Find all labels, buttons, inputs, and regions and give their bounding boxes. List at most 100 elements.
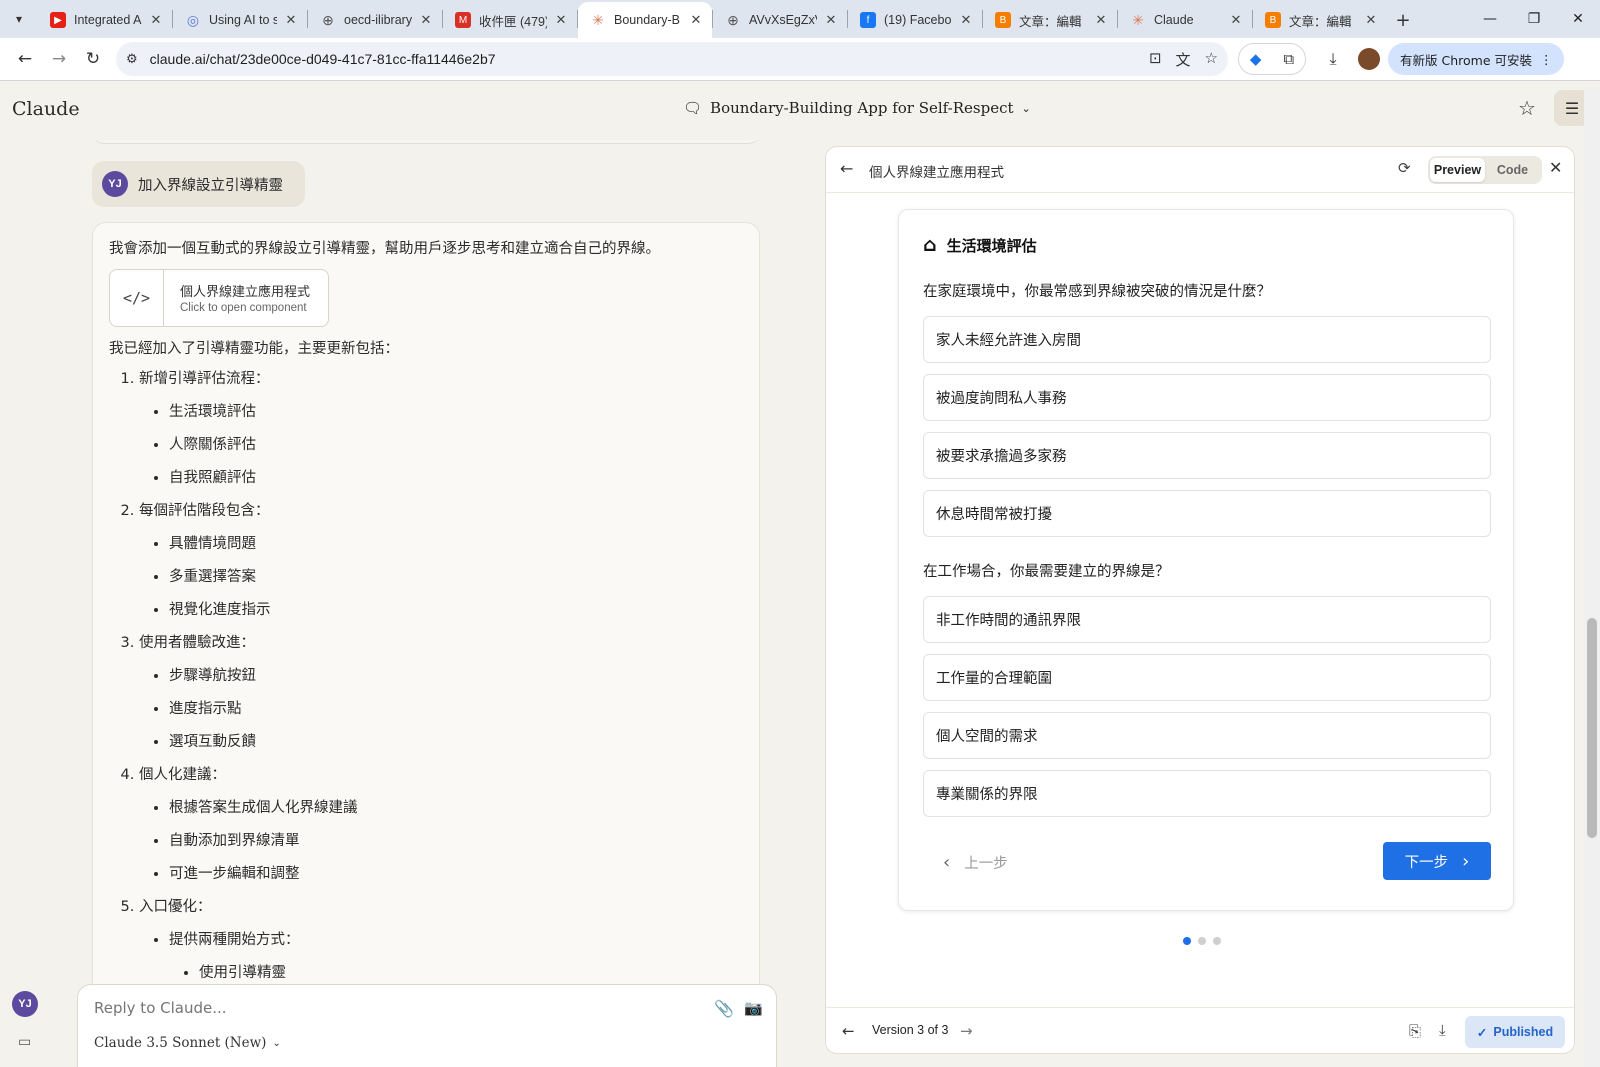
next-step-button[interactable]: 下一步 › — [1383, 842, 1491, 880]
tab-search-icon[interactable]: ▾ — [0, 0, 38, 38]
tab-close-icon[interactable]: ✕ — [283, 12, 299, 28]
browser-tab[interactable]: ⊕ oecd-ilibrary ✕ — [308, 2, 442, 38]
tab-close-icon[interactable]: ✕ — [148, 12, 164, 28]
code-icon: </> — [110, 270, 164, 326]
previous-step-button[interactable]: ‹ 上一步 — [943, 852, 1008, 873]
answer-option[interactable]: 非工作時間的通訊界限 — [923, 596, 1491, 643]
reload-icon[interactable]: ↻ — [76, 42, 110, 76]
update-subitem: 可進一步編輯和調整 — [169, 864, 743, 884]
update-item-title: 個人化建議： — [139, 767, 226, 783]
close-icon[interactable]: ✕ — [1549, 158, 1562, 177]
chrome-update-button[interactable]: 有新版 Chrome 可安裝 ⋮ — [1388, 43, 1565, 75]
answer-option[interactable]: 專業關係的界限 — [923, 770, 1491, 817]
answer-option[interactable]: 工作量的合理範圍 — [923, 654, 1491, 701]
user-avatar: YJ — [102, 171, 128, 197]
browser-tab-strip: ▾ ▶ Integrated A ✕ ◎ Using AI to s ✕ ⊕ oecd-ili… — [0, 0, 1600, 38]
install-app-icon[interactable]: ⊡ — [1149, 49, 1162, 70]
browser-tab[interactable]: ◎ Using AI to s ✕ — [173, 2, 307, 38]
artifact-panel-title: 個人界線建立應用程式 — [869, 165, 1004, 181]
answer-option[interactable]: 被要求承擔過多家務 — [923, 432, 1491, 479]
step-dot[interactable] — [1213, 937, 1221, 945]
published-label: Published — [1493, 1025, 1554, 1039]
answer-option[interactable]: 休息時間常被打擾 — [923, 490, 1491, 537]
artifact-subtitle: Click to open component — [180, 302, 307, 314]
update-item-title: 每個評估階段包含： — [139, 503, 270, 519]
user-message-text: 加入界線設立引導精靈 — [138, 177, 283, 194]
scrollbar-thumb[interactable] — [1587, 618, 1597, 838]
step-dot[interactable] — [1198, 937, 1206, 945]
tab-close-icon[interactable]: ✕ — [418, 12, 434, 28]
published-button[interactable]: ✓ Published — [1465, 1016, 1565, 1048]
previous-version-icon[interactable]: ← — [842, 1022, 855, 1040]
site-info-icon[interactable]: ⚙ — [126, 52, 138, 67]
browser-tab[interactable]: ✳ Boundary-B ✕ — [578, 2, 712, 38]
bookmark-star-icon[interactable]: ☆ — [1205, 49, 1218, 70]
answer-option[interactable]: 被過度詢問私人事務 — [923, 374, 1491, 421]
wizard-section-title: 生活環境評估 — [946, 236, 1037, 255]
tab-title: Integrated A — [74, 13, 142, 27]
browser-tab[interactable]: f (19) Facebo ✕ — [848, 2, 982, 38]
ai-tools-icon: ◎ — [186, 11, 200, 28]
account-avatar-initials: YJ — [12, 991, 38, 1017]
step-dot[interactable] — [1183, 937, 1191, 945]
tab-close-icon[interactable]: ✕ — [823, 12, 839, 28]
refresh-icon[interactable]: ⟳ — [1398, 159, 1411, 177]
update-subitem: 人際關係評估 — [169, 435, 743, 455]
tab-title: oecd-ilibrary — [344, 13, 412, 27]
model-selector[interactable]: Claude 3.5 Sonnet (New) ⌄ — [94, 1035, 281, 1051]
artifact-card[interactable]: </> 個人界線建立應用程式 Click to open component — [109, 269, 329, 327]
update-subitem: 步驟導航按鈕 — [169, 666, 743, 686]
back-icon[interactable]: ← — [8, 42, 42, 76]
browser-tab[interactable]: B 文章：編輯 ✕ — [1253, 2, 1387, 38]
tab-close-icon[interactable]: ✕ — [958, 12, 974, 28]
star-icon[interactable]: ☆ — [1518, 96, 1536, 120]
browser-tab[interactable]: ⊕ AVvXsEgZxV ✕ — [713, 2, 847, 38]
wizard-header: ⌂ 生活環境評估 — [923, 234, 1037, 256]
account-avatar[interactable]: YJ — [12, 991, 38, 1017]
puzzle-icon[interactable]: ⧉ — [1283, 50, 1294, 68]
url-text[interactable]: claude.ai/chat/23de00ce-d049-41c7-81cc-f… — [150, 51, 1149, 67]
tab-close-icon[interactable]: ✕ — [1363, 12, 1379, 28]
browser-tab[interactable]: ▶ Integrated A ✕ — [38, 2, 172, 38]
close-window-icon[interactable]: ✕ — [1556, 0, 1600, 38]
answer-option[interactable]: 家人未經允許進入房間 — [923, 316, 1491, 363]
artifact-name: 個人界線建立應用程式 — [180, 285, 311, 300]
back-arrow-icon[interactable]: ← — [840, 159, 853, 178]
preview-tab[interactable]: Preview — [1430, 158, 1485, 182]
next-version-icon[interactable]: → — [960, 1022, 973, 1040]
tab-close-icon[interactable]: ✕ — [688, 12, 704, 28]
attach-icon[interactable]: 📎 — [714, 999, 734, 1018]
chevron-down-icon: ⌄ — [1021, 101, 1031, 115]
reply-input[interactable] — [94, 999, 654, 1017]
update-item-title: 入口優化： — [139, 899, 212, 915]
globe-icon: ⊕ — [727, 11, 739, 28]
tab-close-icon[interactable]: ✕ — [1093, 12, 1109, 28]
chat-title-button[interactable]: 🗨 Boundary-Building App for Self-Respect… — [683, 99, 1031, 117]
code-tab[interactable]: Code — [1485, 158, 1540, 182]
sidebar-toggle-icon[interactable]: ▭ — [18, 1034, 31, 1050]
browser-tab[interactable]: ✳ Claude ✕ — [1118, 2, 1252, 38]
forward-icon[interactable]: → — [42, 42, 76, 76]
page-scrollbar[interactable] — [1584, 88, 1600, 1067]
browser-tab[interactable]: B 文章：編輯 ✕ — [983, 2, 1117, 38]
download-icon[interactable]: ⤓ — [1439, 1021, 1446, 1039]
tab-close-icon[interactable]: ✕ — [1228, 12, 1244, 28]
copy-icon[interactable]: ⎘ — [1409, 1022, 1421, 1040]
address-bar[interactable]: ⚙ claude.ai/chat/23de00ce-d049-41c7-81cc… — [116, 42, 1228, 76]
restore-icon[interactable]: ❐ — [1512, 0, 1556, 38]
update-item-title: 使用者體驗改進： — [139, 635, 255, 651]
translate-icon[interactable]: 文 — [1176, 49, 1191, 70]
model-label: Claude 3.5 Sonnet (New) — [94, 1035, 267, 1051]
browser-tab[interactable]: M 收件匣 (479) ✕ — [443, 2, 577, 38]
download-icon[interactable]: ⤓ — [1316, 42, 1350, 76]
extensions-group: ◆ ⧉ — [1238, 43, 1306, 75]
brand-logo[interactable]: Claude — [12, 98, 80, 120]
extension-icon[interactable]: ◆ — [1250, 50, 1262, 68]
tab-close-icon[interactable]: ✕ — [553, 12, 569, 28]
answer-option[interactable]: 個人空間的需求 — [923, 712, 1491, 759]
camera-icon[interactable]: 📷 — [744, 999, 763, 1017]
new-tab-icon[interactable]: + — [1387, 2, 1419, 38]
minimize-icon[interactable]: — — [1468, 0, 1512, 38]
update-item: 新增引導評估流程： 生活環境評估人際關係評估自我照顧評估 — [139, 369, 743, 488]
profile-avatar[interactable] — [1358, 48, 1380, 70]
